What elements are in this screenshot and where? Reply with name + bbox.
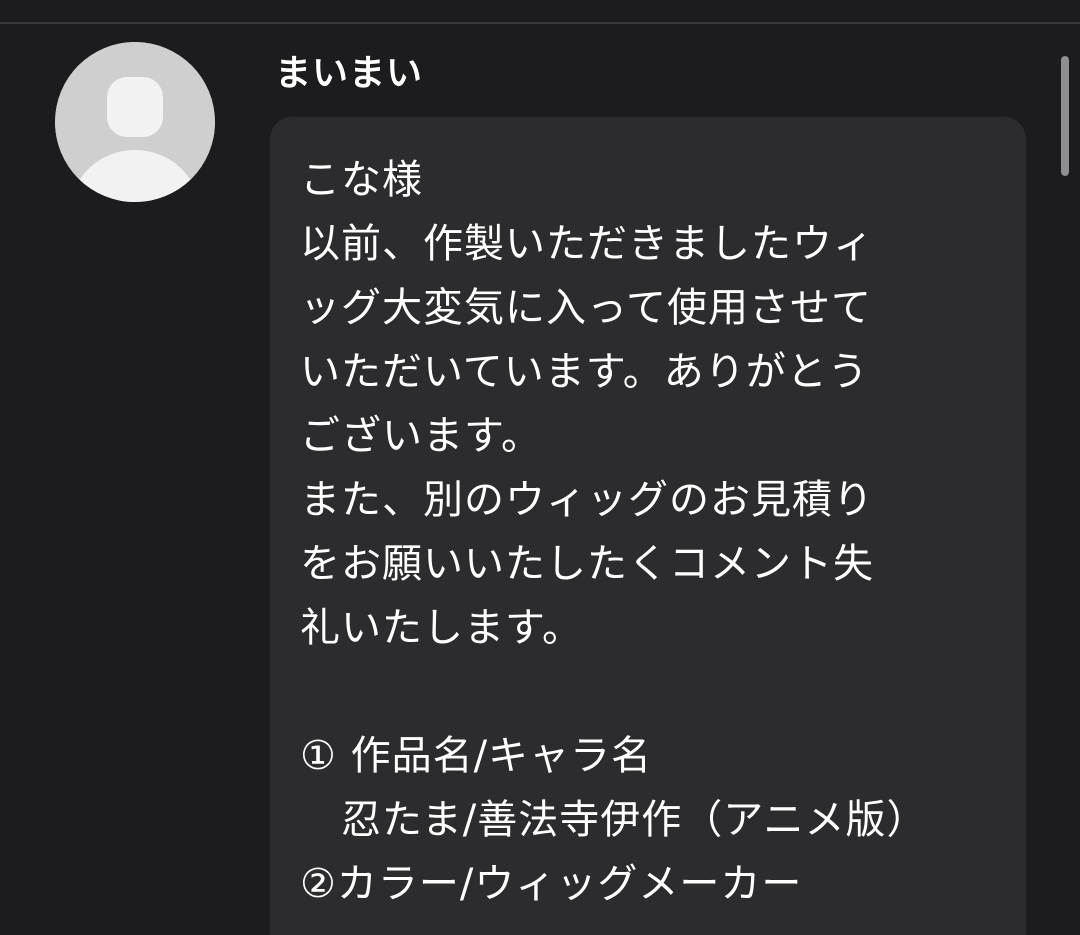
scrollbar-thumb[interactable] xyxy=(1061,56,1069,176)
message-line: ッグ大変気に入って使用させて xyxy=(300,285,872,331)
scrollbar[interactable] xyxy=(1058,50,1072,935)
message-line: 忍たま/善法寺伊作（アニメ版） xyxy=(300,797,928,843)
message-line: こな様 xyxy=(300,157,423,203)
comment-screen: まいまい こな様 以前、作製いただきましたウィ ッグ大変気に入って使用させて い… xyxy=(0,0,1080,935)
message-line: 以前、作製いただきましたウィ xyxy=(300,221,874,267)
message-line: 礼いたします。 xyxy=(300,605,583,651)
message-line-blank xyxy=(300,660,1000,724)
message-line: ②カラー/ウィッグメーカー xyxy=(300,861,803,907)
comment-message: こな様 以前、作製いただきましたウィ ッグ大変気に入って使用させて いただいてい… xyxy=(300,148,1000,916)
message-line: また、別のウィッグのお見積り xyxy=(300,477,874,523)
comment-username[interactable]: まいまい xyxy=(275,48,423,100)
message-line: をお願いいたしたくコメント失 xyxy=(300,541,874,587)
default-user-avatar-icon xyxy=(55,42,215,202)
message-line: いただいています。ありがとう xyxy=(300,349,869,395)
message-line: ございます。 xyxy=(300,413,542,459)
top-divider xyxy=(0,22,1080,24)
user-avatar[interactable] xyxy=(55,42,215,202)
message-line: ① 作品名/キャラ名 xyxy=(300,733,653,779)
